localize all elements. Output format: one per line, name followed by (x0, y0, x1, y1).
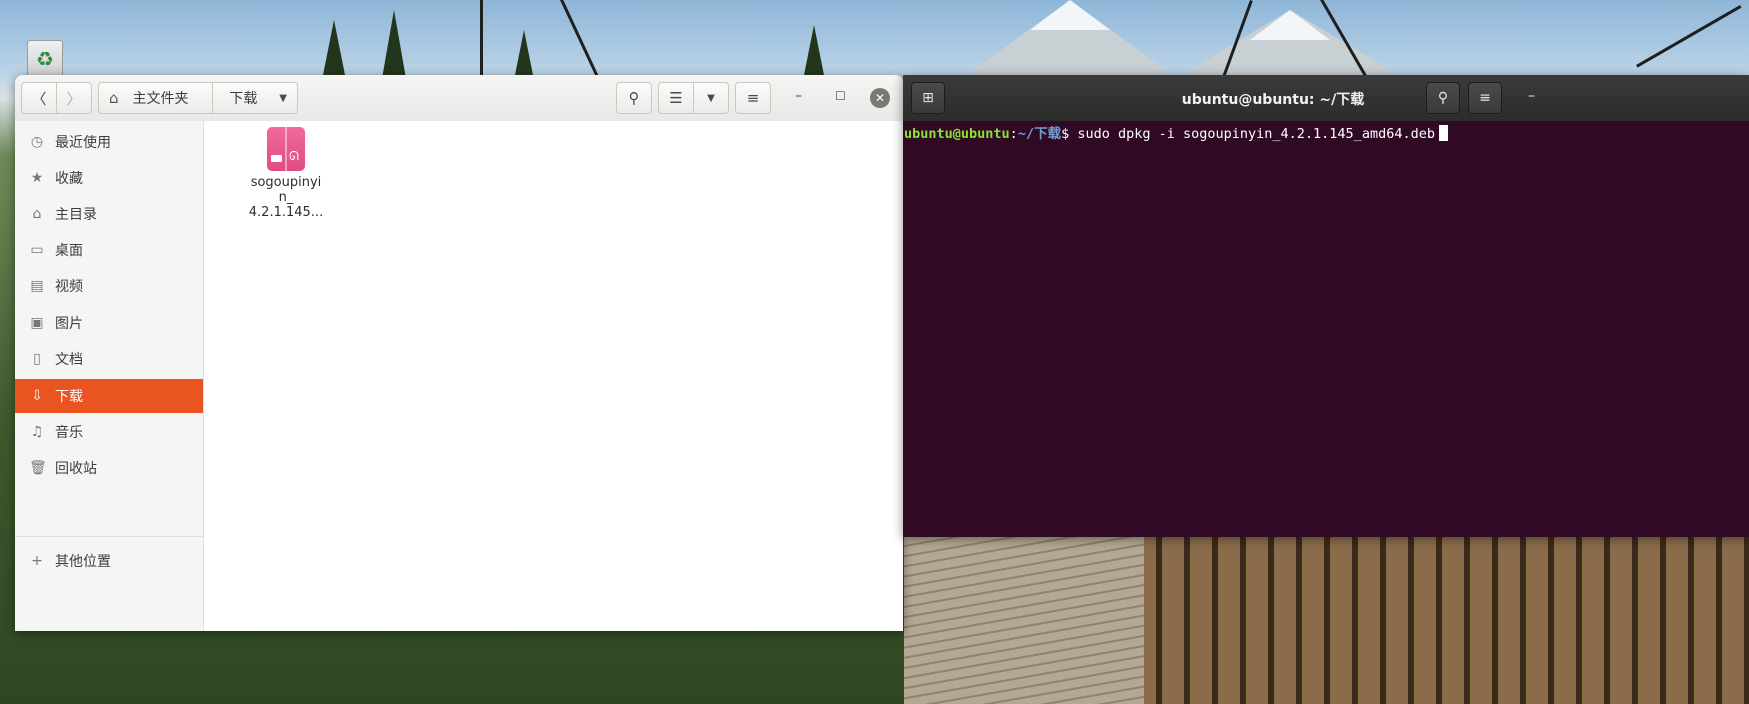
path-current-label: 下载 (229, 91, 258, 107)
terminal-minimize-button[interactable]: – (1528, 88, 1535, 104)
path-home-button[interactable]: ⌂ 主文件夹 (99, 83, 214, 113)
sidebar-item-music[interactable]: ♫ 音乐 (15, 415, 203, 449)
star-icon: ★ (30, 170, 44, 186)
terminal-window: ⊞ ubuntu@ubuntu: ~/下载 ⚲ ≡ – ubuntu@ubunt… (903, 75, 1749, 537)
sidebar-item-label: 回收站 (55, 461, 97, 477)
document-icon: ▯ (33, 351, 41, 367)
prompt-colon: : (1009, 126, 1018, 142)
mountain-peak (960, 0, 1180, 80)
hamburger-menu-button[interactable]: ≡ (735, 82, 771, 114)
sidebar-item-trash[interactable]: 🗑 回收站 (15, 451, 203, 485)
file-name-line: sogoupinyi (250, 175, 322, 190)
forward-button[interactable]: 〉 (56, 82, 92, 114)
file-manager-window: 〈 〉 ⌂ 主文件夹 下载 ▼ ⚲ ☰ ▼ ≡ – ☐ ✕ ◷ 最近使用 ★ 收… (15, 75, 903, 631)
sidebar-item-videos[interactable]: ▤ 视频 (15, 269, 203, 303)
home-icon: ⌂ (32, 206, 42, 222)
sidebar-item-documents[interactable]: ▯ 文档 (15, 342, 203, 376)
back-button[interactable]: 〈 (21, 82, 57, 114)
sidebar-item-label: 其他位置 (55, 554, 111, 570)
search-icon: ⚲ (628, 89, 640, 107)
deb-package-icon: ᘏ (267, 127, 305, 171)
sidebar-item-other-locations[interactable]: + 其他位置 (15, 544, 203, 578)
video-icon: ▤ (30, 278, 44, 294)
sidebar-item-desktop[interactable]: ▭ 桌面 (15, 233, 203, 267)
sidebar-item-label: 桌面 (55, 243, 83, 259)
file-item[interactable]: ᘏ sogoupinyi n_ 4.2.1.145... (240, 127, 332, 220)
bridge-deck (904, 537, 1144, 704)
mountain-peak (1180, 10, 1400, 76)
navigation-buttons: 〈 〉 (21, 82, 92, 114)
list-view-button[interactable]: ☰ (658, 82, 694, 114)
terminal-output[interactable]: ubuntu@ubuntu:~/下载$ sudo dpkg -i sogoupi… (903, 121, 1749, 537)
terminal-title: ubuntu@ubuntu: ~/下载 (1181, 92, 1365, 108)
sidebar-separator (15, 536, 203, 537)
list-view-icon: ☰ (669, 89, 683, 107)
file-view[interactable]: ᘏ sogoupinyi n_ 4.2.1.145... (204, 121, 903, 631)
sidebar-item-recent[interactable]: ◷ 最近使用 (15, 125, 203, 159)
prompt-path: ~/下载 (1017, 126, 1062, 142)
minimize-button[interactable]: – (795, 88, 802, 104)
bridge-cable (480, 0, 483, 80)
sidebar-item-label: 音乐 (55, 425, 83, 441)
music-icon: ♫ (30, 424, 44, 440)
sidebar-item-label: 文档 (55, 352, 83, 368)
maximize-button[interactable]: ☐ (835, 89, 846, 103)
view-buttons: ☰ ▼ (658, 82, 729, 114)
clock-icon: ◷ (30, 134, 44, 150)
terminal-menu-button[interactable]: ≡ (1468, 82, 1502, 114)
bridge-cable (1636, 5, 1742, 68)
terminal-headerbar: ⊞ ubuntu@ubuntu: ~/下载 ⚲ ≡ – (903, 75, 1749, 121)
hamburger-icon: ≡ (746, 89, 760, 107)
search-icon: ⚲ (1437, 90, 1449, 106)
path-current-button[interactable]: 下载 ▼ (213, 83, 297, 113)
hamburger-icon: ≡ (1479, 90, 1491, 106)
bridge-cable (560, 0, 599, 78)
sidebar-item-pictures[interactable]: ▣ 图片 (15, 306, 203, 340)
search-button[interactable]: ⚲ (616, 82, 652, 114)
debian-swirl-icon: ᘏ (289, 149, 299, 163)
terminal-command: sudo dpkg -i sogoupinyin_4.2.1.145_amd64… (1077, 126, 1435, 142)
terminal-search-button[interactable]: ⚲ (1426, 82, 1460, 114)
chevron-right-icon: 〉 (66, 89, 82, 108)
home-icon: ⌂ (109, 89, 119, 107)
prompt-user: ubuntu@ubuntu (904, 126, 1010, 142)
desktop-icon: ▭ (30, 242, 44, 258)
path-home-label: 主文件夹 (132, 91, 189, 107)
new-tab-icon: ⊞ (922, 90, 934, 106)
plus-icon: + (31, 553, 43, 569)
text-cursor (1438, 125, 1448, 141)
prompt-symbol: $ (1061, 126, 1078, 142)
sidebar-item-downloads[interactable]: ⇩ 下载 (15, 379, 203, 413)
caret-down-icon: ▼ (279, 92, 287, 104)
chevron-left-icon: 〈 (31, 89, 47, 108)
sidebar-item-label: 图片 (55, 316, 83, 332)
sidebar-item-home[interactable]: ⌂ 主目录 (15, 197, 203, 231)
file-manager-headerbar: 〈 〉 ⌂ 主文件夹 下载 ▼ ⚲ ☰ ▼ ≡ – ☐ ✕ (15, 75, 903, 122)
caret-down-icon: ▼ (707, 92, 715, 104)
package-slot (271, 155, 282, 162)
places-sidebar: ◷ 最近使用 ★ 收藏 ⌂ 主目录 ▭ 桌面 ▤ 视频 ▣ 图片 ▯ 文档 ⇩ (15, 121, 204, 631)
sidebar-item-label: 视频 (55, 279, 83, 295)
sidebar-item-label: 主目录 (55, 207, 97, 223)
file-name-line: 4.2.1.145... (248, 205, 324, 220)
path-bar: ⌂ 主文件夹 下载 ▼ (98, 82, 298, 114)
desktop-trash-icon[interactable]: ♻ (27, 40, 63, 78)
close-button[interactable]: ✕ (870, 88, 890, 108)
download-icon: ⇩ (31, 388, 43, 404)
trash-icon: 🗑 (29, 460, 47, 476)
sidebar-item-label: 收藏 (55, 171, 83, 187)
view-options-button[interactable]: ▼ (693, 82, 729, 114)
file-name-line: n_ (278, 190, 294, 205)
picture-icon: ▣ (30, 315, 44, 331)
new-tab-button[interactable]: ⊞ (911, 82, 945, 114)
close-icon: ✕ (874, 91, 886, 105)
sidebar-item-label: 最近使用 (55, 135, 111, 151)
sidebar-item-starred[interactable]: ★ 收藏 (15, 161, 203, 195)
sidebar-item-label: 下载 (55, 389, 83, 405)
